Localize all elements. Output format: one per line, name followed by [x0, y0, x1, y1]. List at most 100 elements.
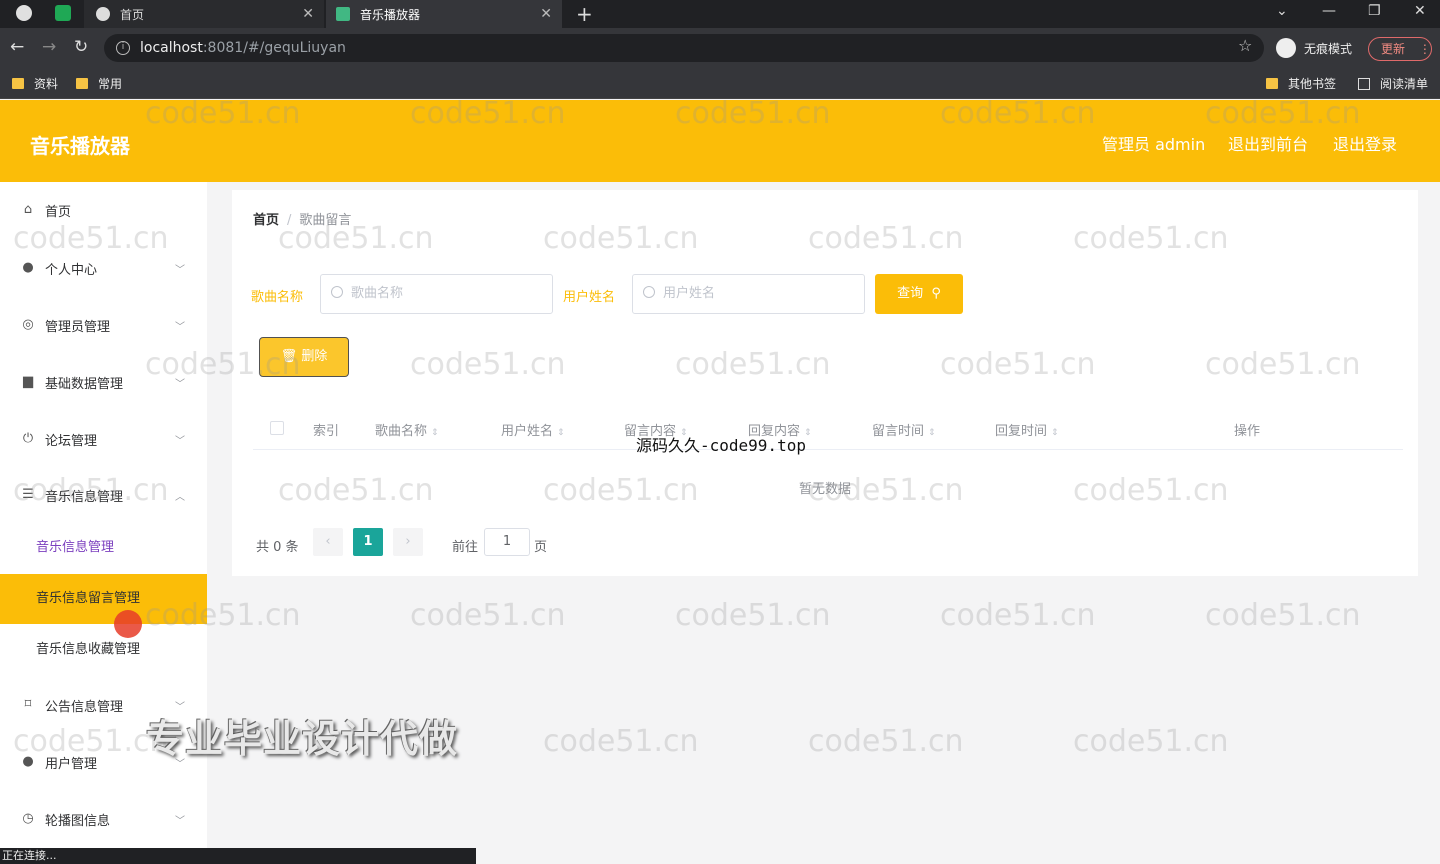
sidebar-item-carousel[interactable]: ◷ 轮播图信息 ﹀ — [0, 799, 207, 839]
bookmark-label: 阅读清单 — [1380, 77, 1429, 91]
user-icon: ● — [22, 260, 34, 275]
restore-icon[interactable]: ❐ — [1368, 3, 1381, 19]
compass-icon: ◎ — [22, 317, 34, 332]
song-name-input[interactable]: 歌曲名称 — [320, 274, 553, 314]
minimize-icon[interactable]: — — [1322, 3, 1336, 19]
watermark-text: code51.cn — [1073, 724, 1229, 759]
search-icon — [331, 286, 343, 298]
empty-table-text: 暂无数据 — [798, 482, 851, 497]
close-icon[interactable]: ✕ — [540, 6, 552, 22]
bookmark-star-icon[interactable]: ☆ — [1238, 36, 1252, 55]
incognito-icon — [1276, 38, 1296, 58]
sidebar-subitem-music-favorites[interactable]: 音乐信息收藏管理 — [0, 625, 207, 675]
new-tab-icon[interactable]: + — [576, 2, 593, 26]
select-all-checkbox[interactable] — [270, 421, 284, 435]
logout-link[interactable]: 退出登录 — [1333, 131, 1397, 155]
breadcrumb-current: 歌曲留言 — [299, 213, 352, 228]
query-button[interactable]: 查询 ⚲ — [875, 274, 963, 314]
sidebar-item-music[interactable]: ☰ 音乐信息管理 ︿ — [0, 475, 207, 515]
vue-icon — [336, 7, 350, 21]
tab-home[interactable]: 首页 ✕ — [84, 0, 324, 28]
main-content: 首页 / 歌曲留言 歌曲名称 歌曲名称 用户姓名 用户姓名 查询 ⚲ 🗑 删除 索引… — [232, 190, 1418, 576]
tab-label: 首页 — [120, 7, 145, 22]
prev-page-button[interactable]: ‹ — [313, 528, 343, 556]
incognito-indicator[interactable]: 无痕模式 — [1276, 38, 1352, 58]
query-label: 查询 — [897, 286, 924, 301]
chevron-up-icon: ︿ — [175, 491, 185, 503]
reading-list-icon — [1358, 77, 1370, 90]
pagination-total: 共 0 条 — [256, 540, 299, 555]
goto-label: 前往 — [452, 540, 479, 555]
column-message-time[interactable]: 留言时间 ⇕ — [872, 420, 936, 439]
clock-icon: ◷ — [22, 811, 34, 826]
delete-button[interactable]: 🗑 删除 — [259, 337, 349, 377]
tab-music-player[interactable]: 音乐播放器 ✕ — [326, 0, 562, 28]
sidebar-item-basic-data[interactable]: ▆ 基础数据管理 ﹀ — [0, 362, 207, 402]
sidebar-subitem-music-comments[interactable]: 音乐信息留言管理 — [0, 574, 207, 624]
forward-arrow-icon[interactable]: → — [42, 37, 56, 57]
breadcrumb-separator: / — [287, 213, 292, 228]
column-label: 用户姓名 — [501, 424, 554, 439]
chevron-down-icon: ﹀ — [175, 815, 185, 827]
next-page-button[interactable]: › — [393, 528, 423, 556]
sort-icon: ⇕ — [928, 428, 936, 438]
close-icon[interactable]: ✕ — [302, 6, 314, 22]
url-input[interactable]: i localhost:8081/#/gequLiuyan — [104, 34, 1264, 62]
goto-page-input[interactable]: 1 — [484, 528, 530, 556]
user-name-input[interactable]: 用户姓名 — [632, 274, 865, 314]
pinned-tab-globe-icon[interactable] — [16, 5, 32, 21]
bookmark-folder[interactable]: 常用 — [76, 75, 122, 92]
folder-icon: ▆ — [23, 374, 33, 389]
column-label: 回复时间 — [995, 424, 1048, 439]
column-label: 留言时间 — [872, 424, 925, 439]
close-window-icon[interactable]: ✕ — [1414, 3, 1426, 19]
to-front-link[interactable]: 退出到前台 — [1228, 131, 1308, 155]
info-icon[interactable]: i — [116, 41, 130, 55]
watermark-text: code51.cn — [410, 598, 566, 633]
reading-list[interactable]: 阅读清单 — [1358, 75, 1428, 92]
sidebar-item-profile[interactable]: ● 个人中心 ﹀ — [0, 248, 207, 288]
pinned-tab-app-icon[interactable] — [55, 5, 71, 21]
column-actions: 操作 — [1234, 424, 1261, 439]
cursor-highlight — [114, 610, 142, 638]
chevron-down-icon: ﹀ — [175, 264, 185, 276]
song-name-label: 歌曲名称 — [251, 290, 304, 305]
watermark-text: code51.cn — [808, 724, 964, 759]
bookmark-label: 常用 — [98, 77, 123, 91]
chevron-down-icon[interactable]: ⌄ — [1276, 3, 1288, 19]
app-header: 音乐播放器 管理员 admin 退出到前台 退出登录 — [0, 100, 1440, 182]
sidebar-item-forum[interactable]: ⏻ 论坛管理 ﹀ — [0, 419, 207, 459]
sidebar-item-label: 用户管理 — [45, 756, 98, 772]
sidebar-item-home[interactable]: ⌂ 首页 — [0, 190, 207, 230]
column-song-name[interactable]: 歌曲名称 ⇕ — [375, 420, 439, 439]
sort-icon: ⇕ — [431, 428, 439, 438]
url-host: localhost — [140, 40, 203, 56]
column-reply-time[interactable]: 回复时间 ⇕ — [995, 420, 1059, 439]
update-button[interactable]: 更新 ⋮ — [1368, 37, 1432, 61]
user-name-label: 用户姓名 — [563, 290, 616, 305]
bookmark-folder[interactable]: 资料 — [12, 75, 58, 92]
power-icon: ⏻ — [22, 431, 34, 446]
sidebar-item-admins[interactable]: ◎ 管理员管理 ﹀ — [0, 305, 207, 345]
current-page-button[interactable]: 1 — [353, 528, 383, 556]
update-label: 更新 — [1381, 42, 1406, 56]
back-arrow-icon[interactable]: ← — [10, 37, 24, 57]
incognito-label: 无痕模式 — [1304, 41, 1353, 56]
sort-icon: ⇕ — [557, 428, 565, 438]
center-watermark: 源码久久-code99.top — [636, 436, 806, 455]
trash-icon: 🗑 — [280, 349, 298, 364]
chevron-down-icon: ﹀ — [175, 378, 185, 390]
sidebar-item-label: 音乐信息管理 — [45, 489, 124, 505]
menu-icon: ☰ — [22, 487, 34, 502]
search-icon — [643, 286, 655, 298]
more-vert-icon: ⋮ — [1418, 42, 1431, 56]
breadcrumb-home[interactable]: 首页 — [253, 213, 279, 228]
reload-icon[interactable]: ↻ — [74, 37, 88, 57]
tab-label: 音乐播放器 — [360, 7, 421, 22]
sidebar-item-label: 管理员管理 — [45, 319, 111, 335]
sidebar-subitem-music-info[interactable]: 音乐信息管理 — [0, 523, 207, 573]
folder-icon — [12, 78, 24, 89]
song-name-placeholder: 歌曲名称 — [351, 286, 404, 301]
other-bookmarks[interactable]: 其他书签 — [1266, 75, 1336, 92]
column-user-name[interactable]: 用户姓名 ⇕ — [501, 420, 565, 439]
